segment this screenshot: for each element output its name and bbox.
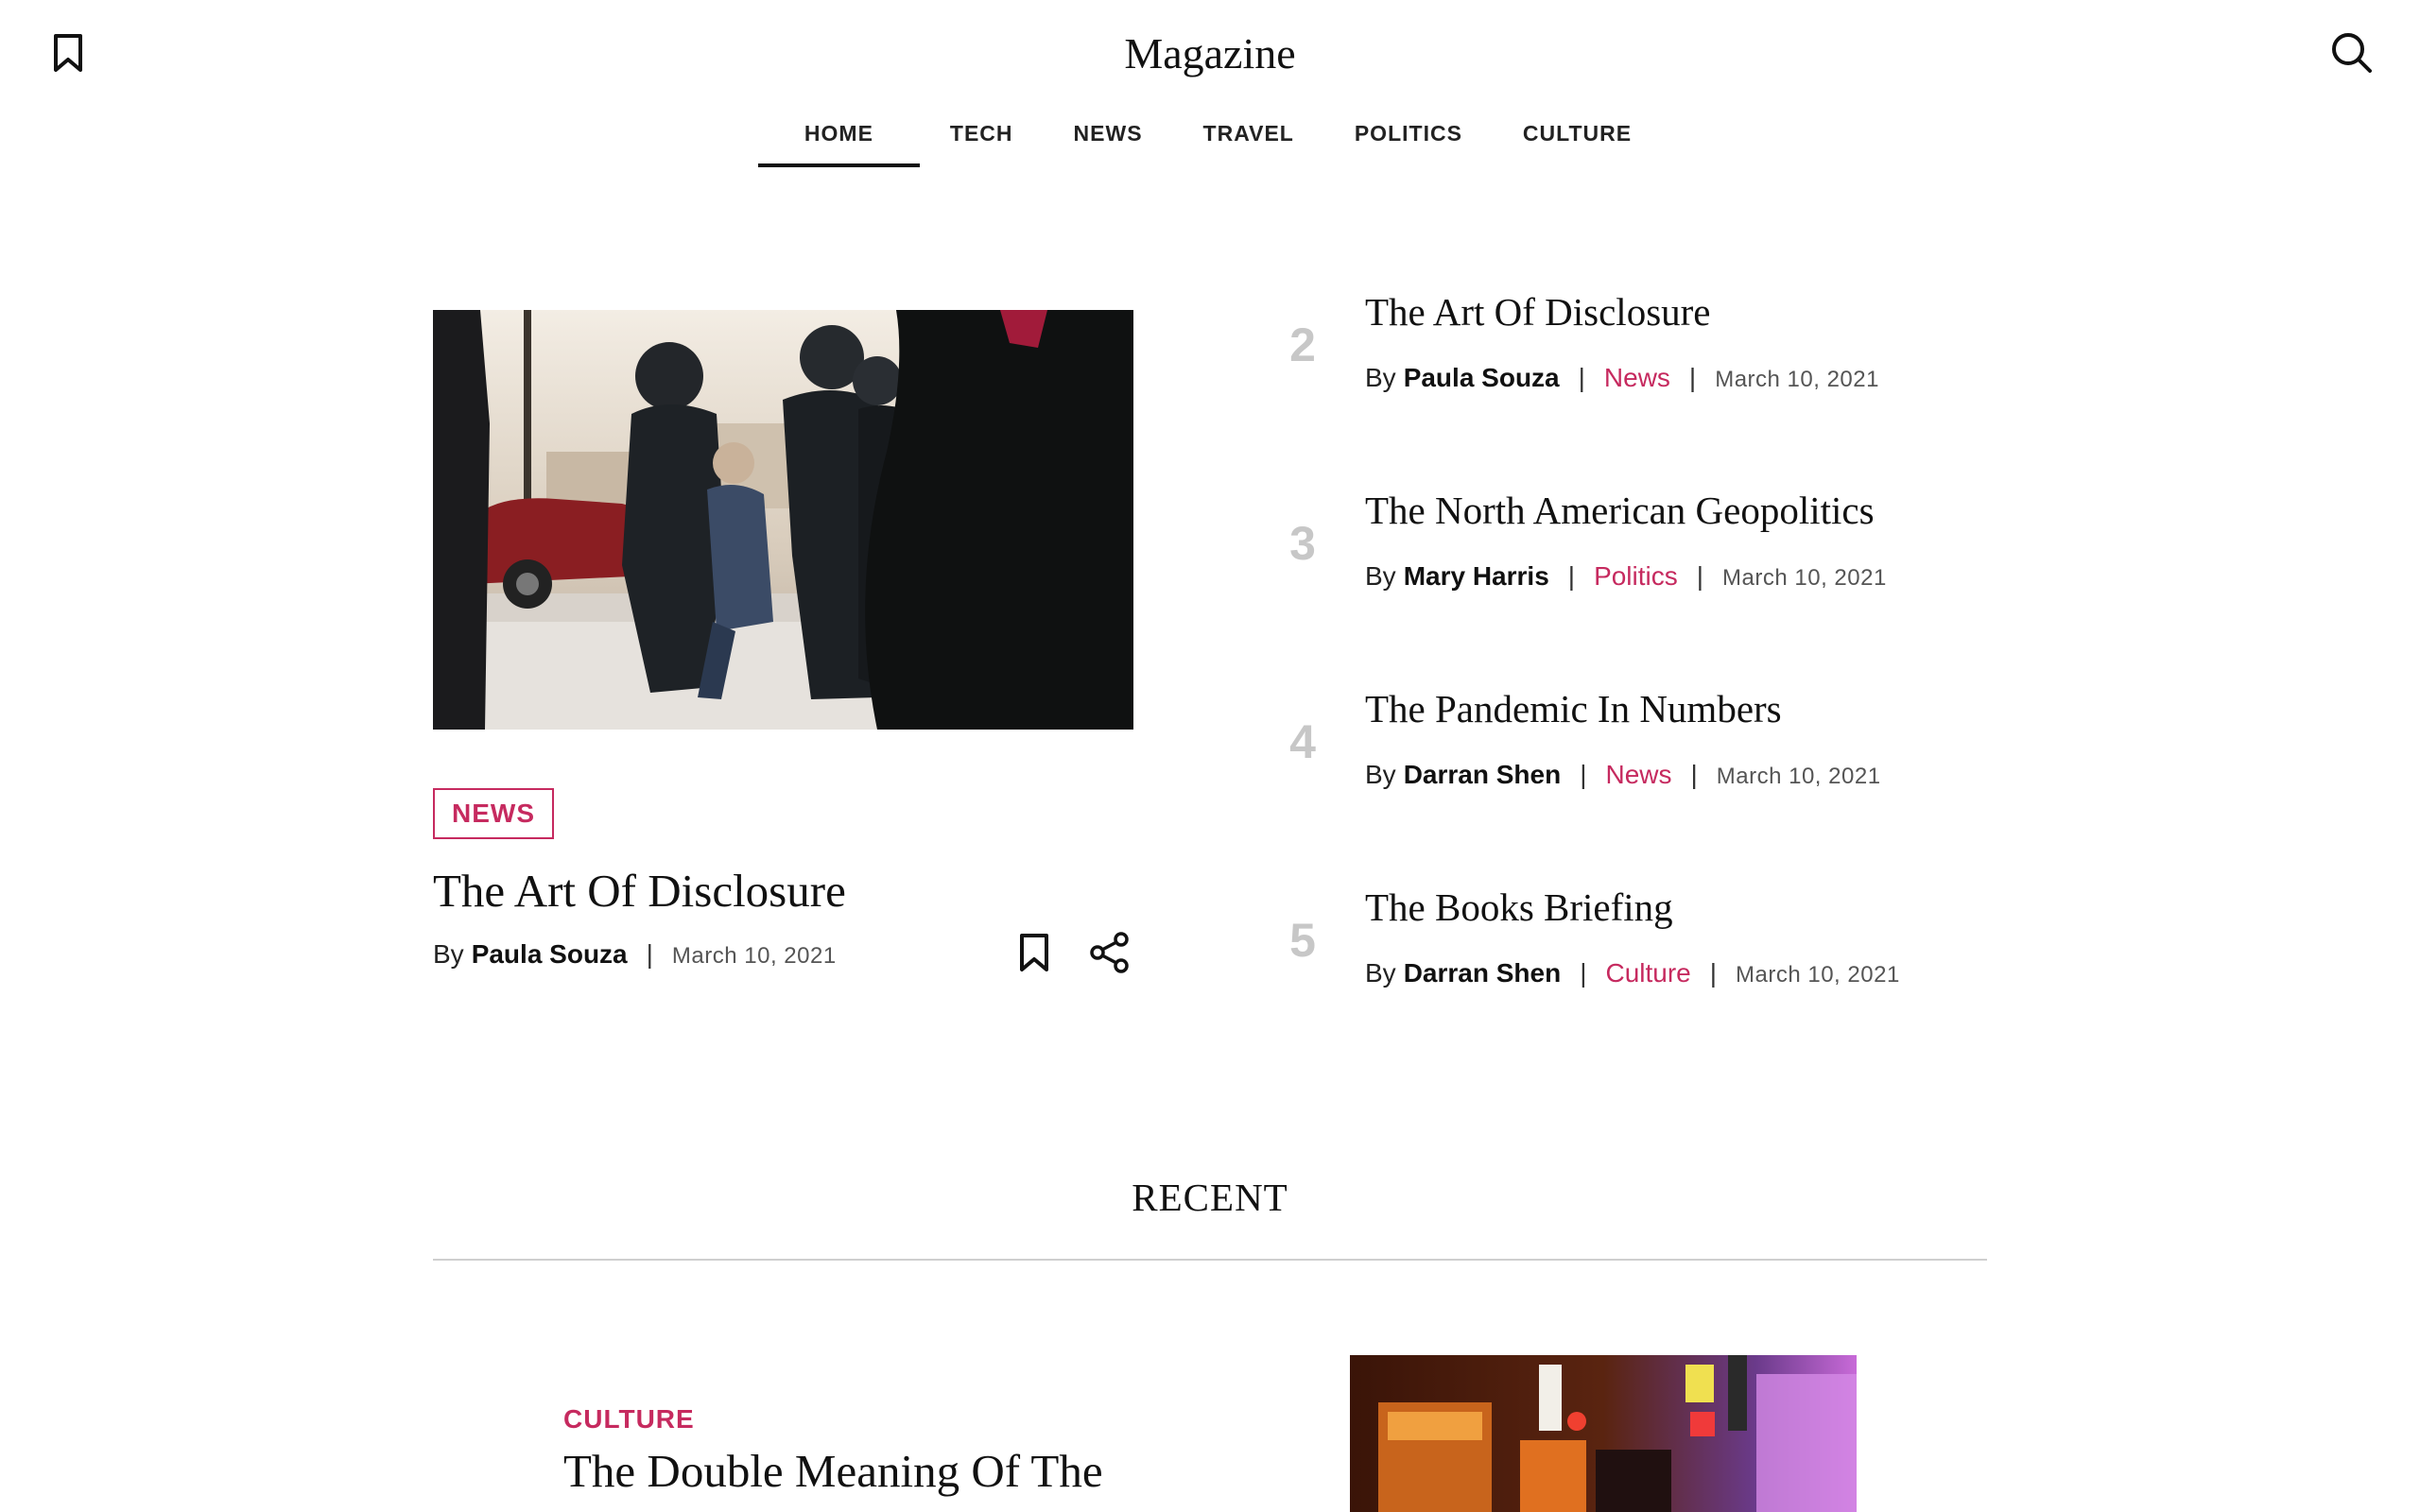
ranked-article-meta: By Mary Harris | Politics | March 10, 20…	[1365, 561, 1887, 592]
meta-separator: |	[1580, 760, 1587, 789]
rank-number: 3	[1289, 517, 1316, 570]
ranked-article-meta: By Paula Souza | News | March 10, 2021	[1365, 363, 1879, 393]
author-name[interactable]: Mary Harris	[1404, 561, 1549, 592]
meta-separator: |	[1696, 561, 1704, 591]
recent-article-title[interactable]: The Double Meaning Of The	[563, 1444, 1103, 1498]
publish-date: March 10, 2021	[671, 943, 837, 969]
byline-prefix: By	[1365, 760, 1396, 789]
ranked-article-title[interactable]: The Art Of Disclosure	[1365, 289, 1711, 335]
meta-separator: |	[1578, 363, 1585, 392]
category-link[interactable]: Politics	[1594, 561, 1678, 592]
save-article-button[interactable]	[1006, 924, 1063, 981]
byline-prefix: By	[433, 939, 464, 969]
nav-tab-home[interactable]: HOME	[757, 117, 920, 167]
nav-tab-culture[interactable]: CULTURE	[1493, 117, 1662, 167]
author-name[interactable]: Paula Souza	[472, 939, 628, 970]
byline-prefix: By	[1365, 958, 1396, 988]
search-icon	[2332, 33, 2372, 73]
share-article-button[interactable]	[1081, 924, 1138, 981]
featured-article-image[interactable]	[433, 310, 1133, 730]
byline-prefix: By	[1365, 363, 1396, 392]
section-divider	[433, 1259, 1987, 1261]
ranked-article-title[interactable]: The North American Geopolitics	[1365, 488, 1875, 533]
publish-date: March 10, 2021	[1736, 962, 1900, 988]
nav-tab-politics[interactable]: POLITICS	[1324, 117, 1493, 167]
publish-date: March 10, 2021	[1722, 565, 1887, 591]
author-name[interactable]: Paula Souza	[1404, 363, 1560, 393]
police-street-photo	[433, 310, 1133, 730]
featured-article-title[interactable]: The Art Of Disclosure	[433, 864, 846, 918]
rank-number: 4	[1289, 715, 1316, 768]
search-button[interactable]	[2324, 25, 2380, 81]
meta-separator: |	[1688, 363, 1697, 392]
site-brand[interactable]: Magazine	[0, 28, 2420, 78]
night-street-photo	[1350, 1355, 1857, 1512]
meta-separator: |	[1580, 958, 1587, 988]
ranked-article-title[interactable]: The Pandemic In Numbers	[1365, 686, 1782, 731]
ranked-article-meta: By Darran Shen | News | March 10, 2021	[1365, 760, 1881, 790]
category-link[interactable]: News	[1604, 363, 1670, 393]
ranked-article-meta: By Darran Shen | Culture | March 10, 202…	[1365, 958, 1900, 988]
recent-article-image[interactable]	[1350, 1355, 1857, 1512]
rank-number: 5	[1289, 914, 1316, 967]
meta-separator: |	[1690, 760, 1698, 789]
byline-prefix: By	[1365, 561, 1396, 591]
category-nav: HOME TECH NEWS TRAVEL POLITICS CULTURE	[0, 117, 2420, 167]
nav-tab-travel[interactable]: TRAVEL	[1173, 117, 1324, 167]
ranked-article-title[interactable]: The Books Briefing	[1365, 885, 1673, 930]
meta-separator: |	[1709, 958, 1718, 988]
recent-article-category[interactable]: CULTURE	[563, 1404, 695, 1435]
bookmark-icon	[1020, 934, 1048, 971]
category-link[interactable]: Culture	[1605, 958, 1690, 988]
meta-separator: |	[646, 939, 653, 969]
category-link[interactable]: News	[1605, 760, 1671, 790]
author-name[interactable]: Darran Shen	[1404, 958, 1562, 988]
nav-tab-tech[interactable]: TECH	[920, 117, 1044, 167]
recent-section-heading: RECENT	[1132, 1176, 1288, 1219]
nav-tab-news[interactable]: NEWS	[1044, 117, 1173, 167]
author-name[interactable]: Darran Shen	[1404, 760, 1562, 790]
rank-number: 2	[1289, 318, 1316, 371]
share-icon	[1090, 932, 1129, 973]
meta-separator: |	[1567, 561, 1576, 591]
publish-date: March 10, 2021	[1716, 764, 1881, 789]
featured-category-badge[interactable]: NEWS	[433, 788, 554, 839]
featured-article-meta: By Paula Souza | March 10, 2021	[433, 939, 837, 970]
publish-date: March 10, 2021	[1715, 367, 1879, 392]
